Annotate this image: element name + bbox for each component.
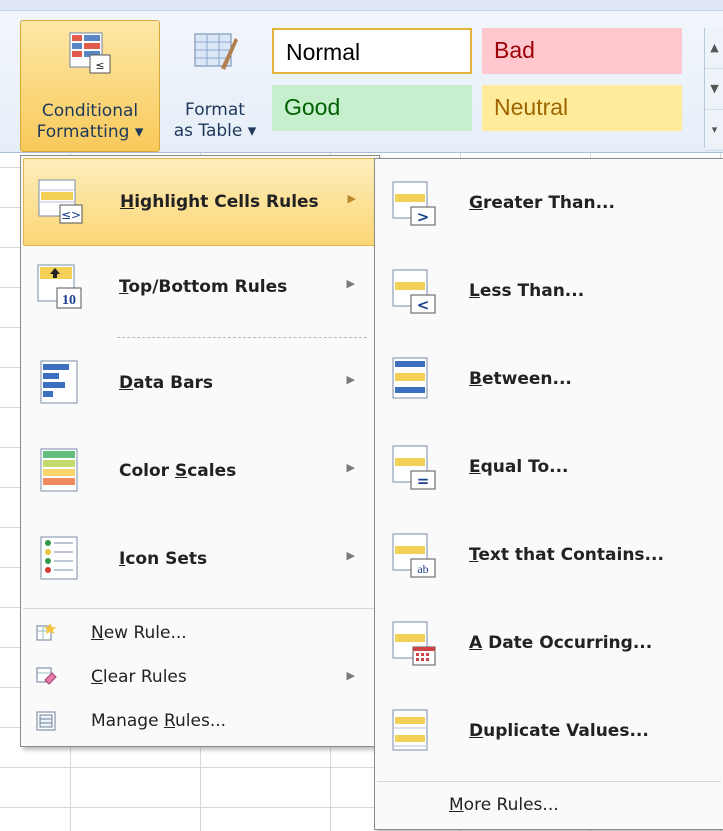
menu-item-highlight-cells-rules[interactable]: ≤> Highlight Cells Rules ▶ — [23, 158, 377, 246]
menu-item-data-bars[interactable]: Data Bars ▶ — [23, 340, 375, 426]
menu-item-label: Clear Rules — [91, 667, 187, 687]
submenu-item-less-than[interactable]: < Less Than... — [377, 247, 721, 335]
date-occurring-icon — [392, 621, 436, 666]
format-as-table-label: Format as Table ▾ — [173, 100, 257, 141]
svg-text:<: < — [417, 296, 430, 314]
manage-rules-icon — [36, 711, 56, 731]
submenu-arrow-icon: ▶ — [346, 373, 355, 386]
submenu-arrow-icon: ▶ — [346, 549, 355, 562]
style-bad[interactable]: Bad — [482, 28, 682, 74]
submenu-item-label: More Rules... — [449, 795, 559, 815]
highlight-cells-rules-icon: ≤> — [38, 179, 83, 224]
icon-sets-icon — [40, 536, 78, 580]
separator — [117, 337, 367, 338]
submenu-item-label: Duplicate Values... — [469, 721, 649, 741]
svg-text:≤>: ≤> — [61, 208, 81, 222]
submenu-item-between[interactable]: Between... — [377, 335, 721, 423]
submenu-arrow-icon: ▶ — [346, 669, 355, 682]
between-icon — [392, 357, 428, 399]
ribbon-tab-strip — [0, 0, 723, 11]
submenu-item-date-occurring[interactable]: A Date Occurring... — [377, 599, 721, 687]
separator — [377, 781, 721, 782]
menu-item-label: Color Scales — [119, 461, 237, 481]
format-as-table-icon — [194, 33, 238, 70]
menu-item-manage-rules[interactable]: Manage Rules... — [23, 702, 375, 740]
top-bottom-rules-icon: 10 — [37, 264, 82, 309]
format-as-table-button[interactable]: Format as Table ▾ — [162, 20, 268, 150]
data-bars-icon — [40, 360, 78, 404]
text-contains-icon: ab — [392, 533, 436, 578]
svg-text:>: > — [417, 208, 430, 226]
svg-text:≤: ≤ — [95, 59, 104, 72]
gallery-scrollbar[interactable]: ▲ ▼ ▾ — [704, 28, 723, 151]
less-than-icon: < — [392, 269, 436, 314]
scroll-up-icon[interactable]: ▲ — [705, 28, 723, 69]
submenu-item-label: Greater Than... — [469, 193, 615, 213]
submenu-item-label: Between... — [469, 369, 572, 389]
conditional-formatting-menu: ≤> Highlight Cells Rules ▶ 10 Top/Bottom… — [20, 155, 380, 747]
menu-item-label: Icon Sets — [119, 549, 208, 569]
submenu-item-label: Equal To... — [469, 457, 569, 477]
style-normal[interactable]: Normal — [272, 28, 472, 74]
menu-item-new-rule[interactable]: New Rule... — [23, 614, 375, 652]
menu-item-icon-sets[interactable]: Icon Sets ▶ — [23, 516, 375, 602]
color-scales-icon — [40, 448, 78, 492]
submenu-item-more-rules[interactable]: More Rules... — [377, 785, 721, 825]
menu-item-label: Manage Rules... — [91, 711, 227, 731]
menu-item-label: Data Bars — [119, 373, 214, 393]
submenu-arrow-icon: ▶ — [347, 192, 356, 205]
conditional-formatting-icon: ≤ — [69, 32, 111, 74]
conditional-formatting-label: Conditional Formatting ▾ — [36, 101, 144, 142]
scroll-down-icon[interactable]: ▼ — [705, 69, 723, 110]
equal-to-icon: = — [392, 445, 436, 490]
highlight-cells-rules-submenu: > Greater Than... < Less Than... Between… — [374, 158, 723, 830]
menu-item-clear-rules[interactable]: Clear Rules ▶ — [23, 658, 375, 696]
ribbon: ≤ Conditional Formatting ▾ Format as Tab… — [0, 0, 723, 153]
submenu-item-label: A Date Occurring... — [469, 633, 653, 653]
submenu-item-duplicate-values[interactable]: Duplicate Values... — [377, 687, 721, 775]
gallery-more-icon[interactable]: ▾ — [705, 110, 723, 151]
menu-item-label: Top/Bottom Rules — [119, 277, 288, 297]
submenu-item-label: Less Than... — [469, 281, 585, 301]
submenu-arrow-icon: ▶ — [346, 461, 355, 474]
menu-item-label: New Rule... — [91, 623, 187, 643]
submenu-arrow-icon: ▶ — [346, 277, 355, 290]
style-neutral[interactable]: Neutral — [482, 85, 682, 131]
duplicate-values-icon — [392, 709, 428, 751]
submenu-item-greater-than[interactable]: > Greater Than... — [377, 159, 721, 247]
menu-item-label: Highlight Cells Rules — [120, 192, 319, 212]
svg-text:10: 10 — [62, 293, 76, 308]
menu-item-color-scales[interactable]: Color Scales ▶ — [23, 428, 375, 514]
submenu-item-text-that-contains[interactable]: ab Text that Contains... — [377, 511, 721, 599]
svg-text:ab: ab — [417, 562, 428, 576]
greater-than-icon: > — [392, 181, 436, 226]
clear-rules-icon — [36, 667, 57, 685]
submenu-item-label: Text that Contains... — [469, 545, 664, 565]
submenu-item-equal-to[interactable]: = Equal To... — [377, 423, 721, 511]
new-rule-icon — [36, 623, 56, 641]
conditional-formatting-button[interactable]: ≤ Conditional Formatting ▾ — [20, 20, 160, 152]
cell-styles-gallery: Normal Bad Good Neutral — [272, 28, 704, 148]
style-good[interactable]: Good — [272, 85, 472, 131]
menu-item-top-bottom-rules[interactable]: 10 Top/Bottom Rules ▶ — [23, 244, 375, 330]
svg-text:=: = — [417, 472, 430, 490]
separator — [23, 608, 375, 609]
